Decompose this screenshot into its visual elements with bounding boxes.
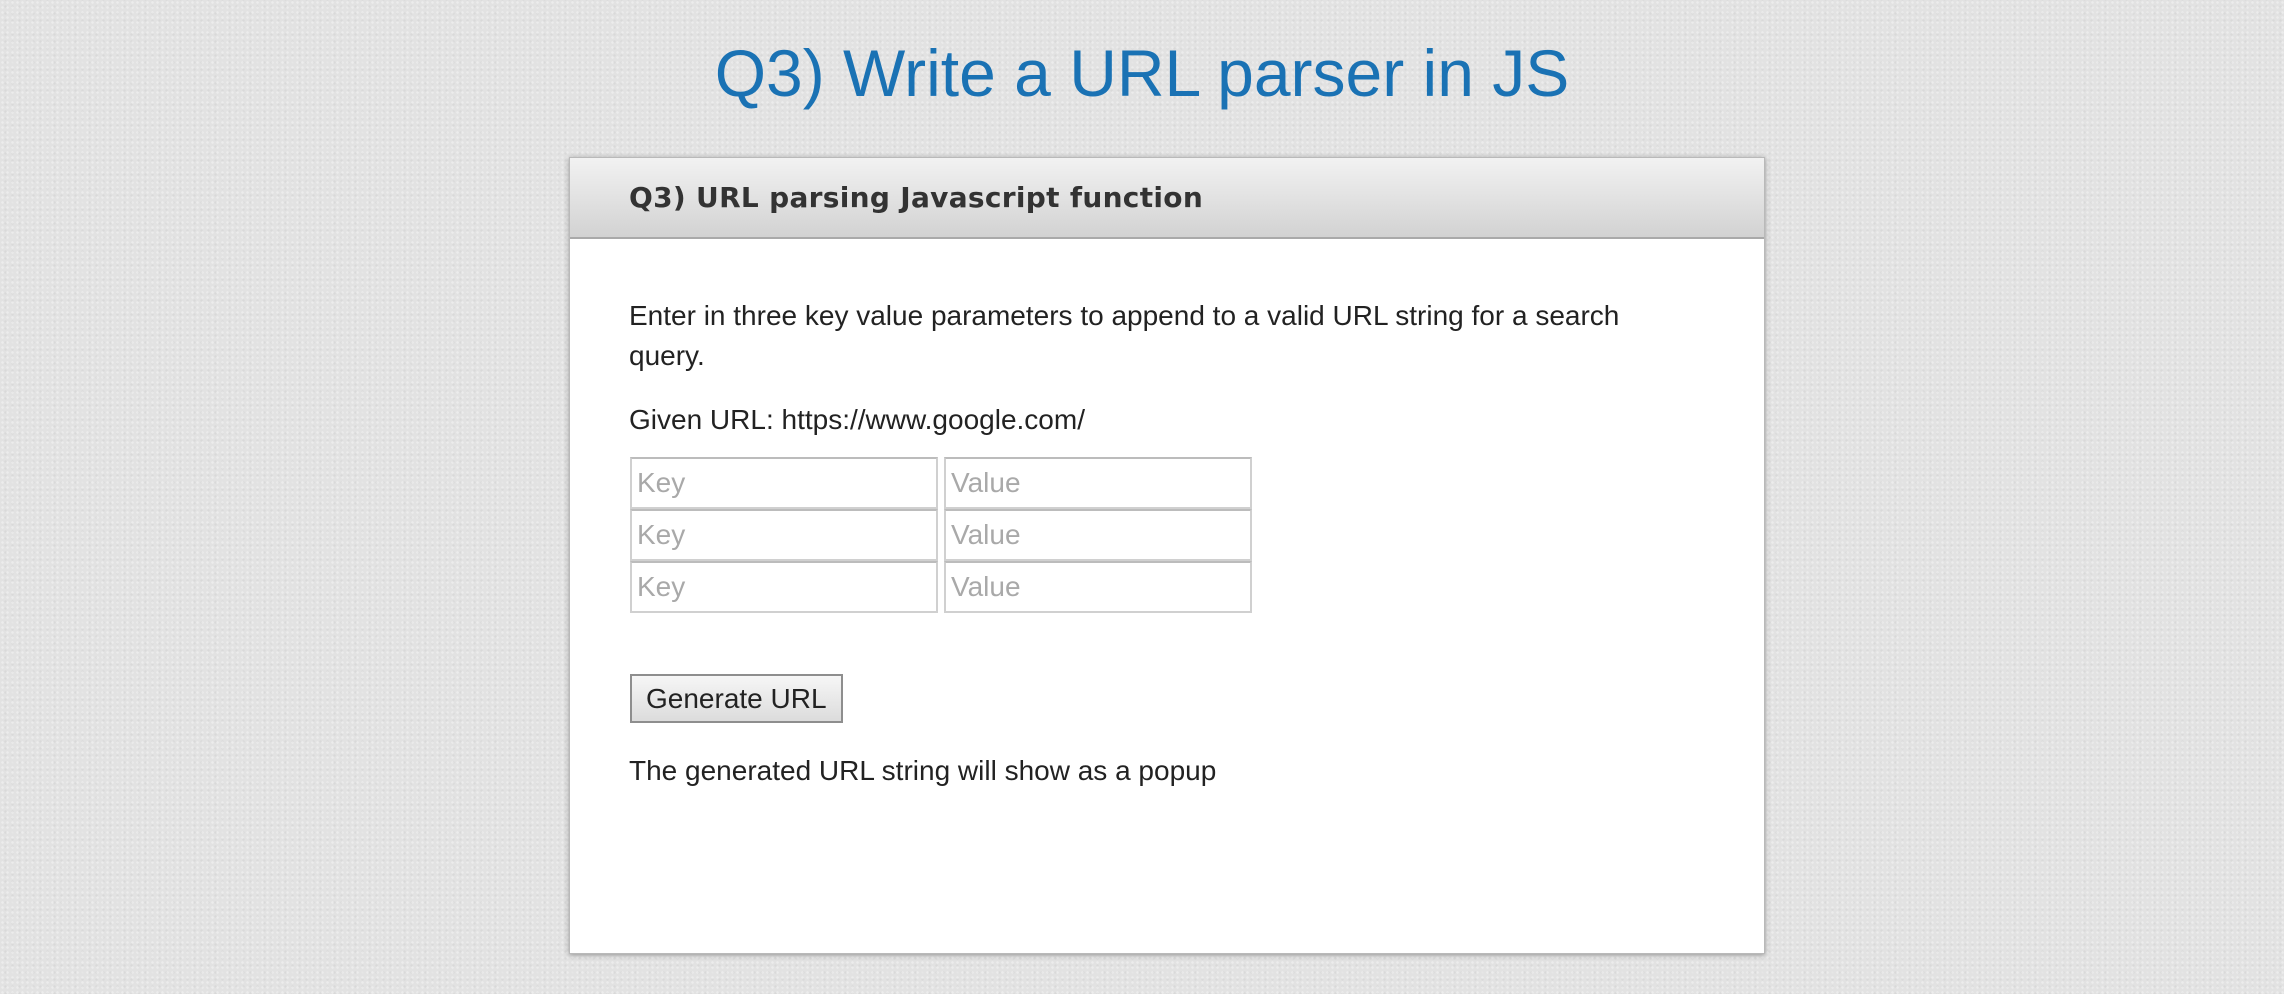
key-input-2[interactable] (630, 509, 938, 561)
instructions-text: Enter in three key value parameters to a… (629, 300, 1620, 371)
card-title: Q3) URL parsing Javascript function (629, 181, 1204, 214)
page-title: Q3) Write a URL parser in JS (714, 36, 1570, 110)
key-input-3[interactable] (630, 561, 938, 613)
value-input-1[interactable] (944, 457, 1252, 509)
url-parser-card: Q3) URL parsing Javascript function Ente… (569, 157, 1765, 954)
param-row-1 (630, 457, 1258, 509)
value-input-3[interactable] (944, 561, 1252, 613)
generate-url-button[interactable]: Generate URL (630, 674, 843, 723)
parameter-inputs (630, 457, 1258, 613)
param-row-2 (630, 509, 1258, 561)
given-url-text: Given URL: https://www.google.com/ (629, 404, 1085, 435)
key-input-1[interactable] (630, 457, 938, 509)
result-note-text: The generated URL string will show as a … (629, 755, 1217, 786)
value-input-2[interactable] (944, 509, 1252, 561)
card-header: Q3) URL parsing Javascript function (570, 158, 1764, 239)
param-row-3 (630, 561, 1258, 613)
